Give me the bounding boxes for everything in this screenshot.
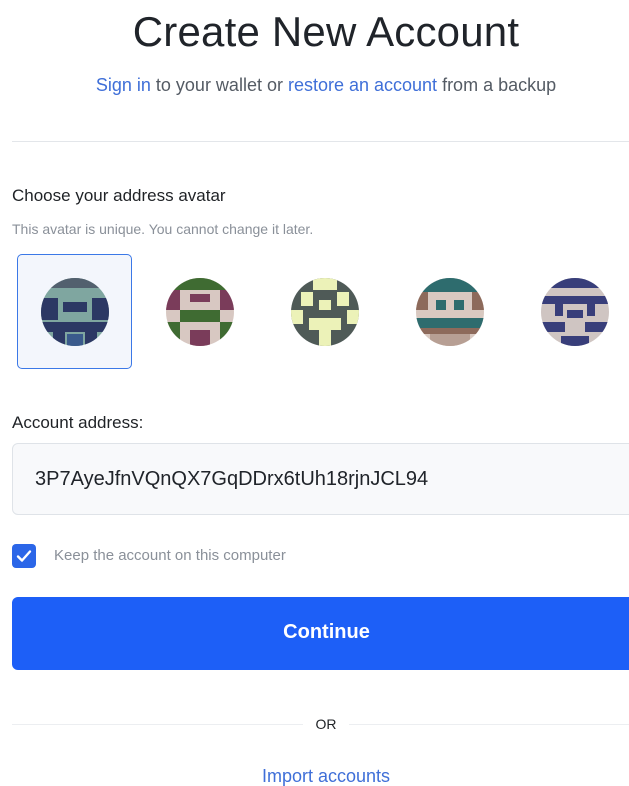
avatar-option-1[interactable] [17, 254, 132, 369]
or-divider-text: OR [315, 716, 337, 732]
avatar-option-3[interactable] [267, 254, 382, 369]
identicon-avatar-1-icon [41, 278, 109, 346]
account-address-label: Account address: [12, 413, 144, 432]
header-divider [12, 141, 629, 142]
subtitle-text-middle: to your wallet or [150, 75, 288, 95]
identicon-avatar-3-icon [291, 278, 359, 346]
identicon-avatar-2-icon [166, 278, 234, 346]
continue-button-label: Continue [283, 621, 370, 643]
subtitle-text-end: from a backup [437, 75, 557, 95]
import-accounts-link[interactable]: Import accounts [0, 766, 629, 786]
avatar-option-5[interactable] [517, 254, 629, 369]
identicon-avatar-5-icon [541, 278, 609, 346]
account-address-input[interactable] [13, 444, 629, 514]
page-title: Create New Account [132, 8, 520, 55]
identicon-avatar-4-icon [416, 278, 484, 346]
avatar-section-hint: This avatar is unique. You cannot change… [12, 221, 314, 237]
account-address-box [12, 443, 629, 515]
page-subtitle: Sign in to your wallet or restore an acc… [0, 75, 629, 96]
restore-account-link[interactable]: restore an account [288, 75, 437, 95]
keep-account-label[interactable]: Keep the account on this computer [54, 547, 286, 564]
checkmark-icon [16, 550, 32, 562]
sign-in-link[interactable]: Sign in [96, 75, 151, 95]
avatar-section-title: Choose your address avatar [12, 186, 226, 205]
continue-button[interactable]: Continue [12, 597, 629, 670]
keep-account-checkbox[interactable] [12, 544, 36, 568]
avatar-option-2[interactable] [142, 254, 257, 369]
avatar-option-4[interactable] [392, 254, 507, 369]
avatar-picker [17, 254, 629, 369]
